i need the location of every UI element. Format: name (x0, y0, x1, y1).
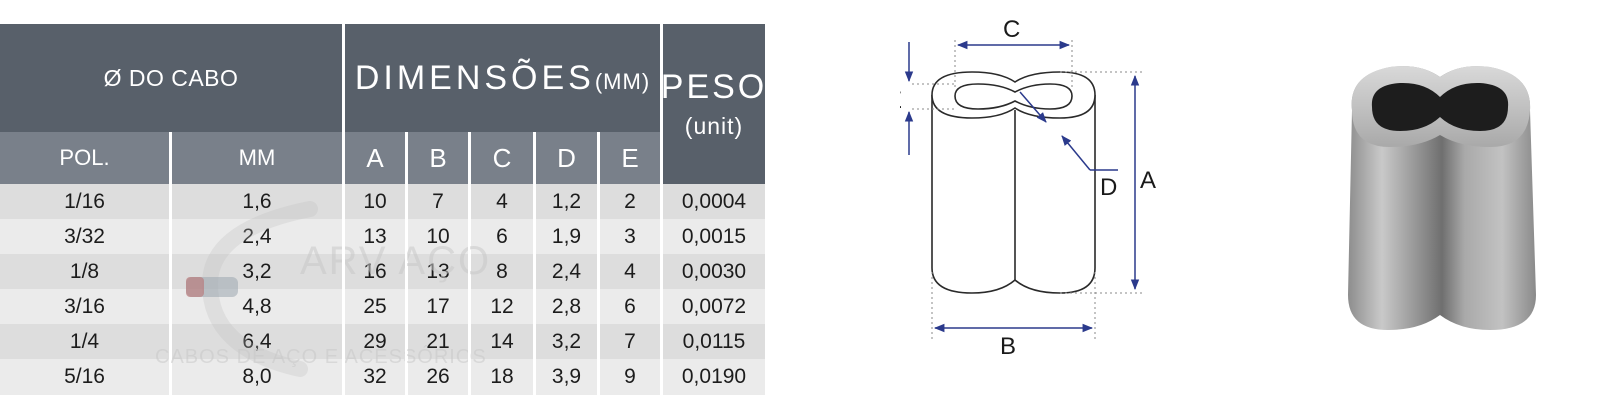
header-weight-label: PESO (660, 68, 768, 106)
cell-e: 9 (600, 359, 660, 395)
cell-d: 1,2 (536, 184, 597, 219)
cell-pol: 1/8 (0, 254, 169, 289)
cell-e: 7 (600, 324, 660, 359)
dimension-label-a: A (1140, 167, 1156, 194)
column-divider (597, 132, 599, 405)
cell-b: 7 (408, 184, 468, 219)
header-dimensions-label: DIMENSÕES(MM) (354, 58, 651, 97)
cell-a: 32 (345, 359, 405, 395)
cell-e: 2 (600, 184, 660, 219)
cell-a: 13 (345, 219, 405, 254)
subheader-d: D (536, 132, 597, 184)
dimension-label-d: D (1100, 174, 1117, 201)
column-divider (660, 24, 663, 405)
cell-pol: 1/4 (0, 324, 169, 359)
dimension-label-c: C (1003, 16, 1020, 43)
column-divider (169, 132, 171, 405)
cell-mm: 8,0 (172, 359, 342, 395)
cell-e: 4 (600, 254, 660, 289)
dimension-label-b: B (1000, 333, 1016, 360)
cell-e: 6 (600, 289, 660, 324)
dimension-label-e: E (900, 87, 902, 114)
cell-peso: 0,0072 (663, 289, 765, 324)
column-divider (468, 132, 470, 405)
subheader-pol: POL. (0, 132, 169, 184)
cell-c: 18 (471, 359, 533, 395)
cell-c: 12 (471, 289, 533, 324)
cell-mm: 3,2 (172, 254, 342, 289)
cell-b: 26 (408, 359, 468, 395)
cell-d: 2,4 (536, 254, 597, 289)
subheader-b: B (408, 132, 468, 184)
sleeve-outline (931, 71, 1096, 294)
cell-pol: 3/16 (0, 289, 169, 324)
cell-b: 21 (408, 324, 468, 359)
cell-pol: 1/16 (0, 184, 169, 219)
subheader-e: E (600, 132, 660, 184)
cell-mm: 6,4 (172, 324, 342, 359)
cell-mm: 4,8 (172, 289, 342, 324)
cell-e: 3 (600, 219, 660, 254)
cell-pol: 5/16 (0, 359, 169, 395)
cell-d: 2,8 (536, 289, 597, 324)
header-weight-unit: (unit) (684, 113, 744, 139)
cell-peso: 0,0115 (663, 324, 765, 359)
subheader-mm: MM (172, 132, 342, 184)
cell-mm: 1,6 (172, 184, 342, 219)
header-dimensions: DIMENSÕES(MM) (345, 24, 660, 132)
cell-mm: 2,4 (172, 219, 342, 254)
sleeve-dimensions-table: Ø DO CABO DIMENSÕES(MM) PESO (unit) POL.… (0, 24, 790, 405)
cell-c: 14 (471, 324, 533, 359)
cell-b: 10 (408, 219, 468, 254)
cell-a: 29 (345, 324, 405, 359)
cell-c: 8 (471, 254, 533, 289)
sleeve-technical-drawing: C A B E D (900, 16, 1156, 360)
cell-peso: 0,0190 (663, 359, 765, 395)
cell-a: 25 (345, 289, 405, 324)
cell-b: 17 (408, 289, 468, 324)
cell-c: 6 (471, 219, 533, 254)
cell-peso: 0,0030 (663, 254, 765, 289)
subheader-a: A (345, 132, 405, 184)
header-dimensions-unit: (MM) (594, 68, 651, 94)
subheader-c: C (471, 132, 533, 184)
header-cable-diameter: Ø DO CABO (0, 24, 342, 132)
cell-peso: 0,0015 (663, 219, 765, 254)
column-divider (533, 132, 535, 405)
cell-d: 1,9 (536, 219, 597, 254)
cell-a: 10 (345, 184, 405, 219)
column-divider (342, 24, 345, 405)
column-divider (405, 132, 407, 405)
cell-d: 3,9 (536, 359, 597, 395)
cell-c: 4 (471, 184, 533, 219)
header-weight: PESO (unit) (660, 24, 768, 184)
cell-peso: 0,0004 (663, 184, 765, 219)
cell-d: 3,2 (536, 324, 597, 359)
cell-b: 13 (408, 254, 468, 289)
aluminum-sleeve-photo (1348, 66, 1536, 330)
cell-a: 16 (345, 254, 405, 289)
cell-pol: 3/32 (0, 219, 169, 254)
